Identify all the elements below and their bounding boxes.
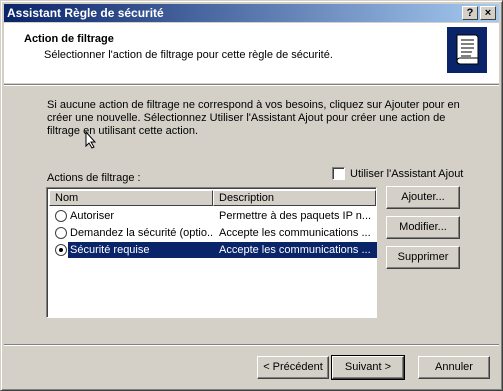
use-wizard-checkbox[interactable]: Utiliser l'Assistant Ajout (332, 167, 463, 180)
list-item-description: Accepte les communications ... (216, 242, 377, 258)
window-title: Assistant Règle de sécurité (7, 6, 164, 20)
list-item-name: Demandez la sécurité (optio... (70, 227, 212, 239)
use-wizard-checkbox-label[interactable]: Utiliser l'Assistant Ajout (350, 168, 463, 180)
help-button[interactable]: ? (462, 6, 478, 20)
list-item-description: Permettre à des paquets IP n... (219, 210, 371, 222)
radio-dot (59, 248, 63, 252)
wizard-header: Action de filtrage Sélectionner l'action… (4, 23, 499, 83)
add-button[interactable]: Ajouter... (386, 186, 460, 209)
page-subtitle: Sélectionner l'action de filtrage pour c… (44, 49, 333, 61)
radio-button[interactable] (55, 210, 67, 222)
mouse-cursor-icon (85, 131, 97, 149)
list-item-name: Sécurité requise (68, 242, 216, 258)
use-wizard-checkbox-box[interactable] (332, 167, 345, 180)
header-divider (4, 84, 499, 86)
wizard-window: Assistant Règle de sécurité ? × Action d… (0, 0, 503, 391)
list-item[interactable]: Autoriser Permettre à des paquets IP n..… (49, 208, 374, 225)
cancel-button[interactable]: Annuler (418, 356, 490, 379)
radio-button[interactable] (55, 227, 67, 239)
list-item[interactable]: Demandez la sécurité (optio... Accepte l… (49, 225, 374, 242)
filter-actions-label: Actions de filtrage : (47, 172, 141, 184)
column-header-description[interactable]: Description (213, 190, 376, 206)
filter-actions-list[interactable]: Nom Description Autoriser Permettre à de… (46, 187, 377, 318)
list-item-selected[interactable]: Sécurité requise Accepte les communicati… (49, 242, 377, 259)
column-header-name[interactable]: Nom (49, 190, 213, 206)
scroll-document-icon (447, 27, 487, 73)
list-item-name: Autoriser (70, 210, 115, 222)
intro-text: Si aucune action de filtrage ne correspo… (47, 99, 460, 137)
next-button[interactable]: Suivant > (331, 355, 405, 380)
page-title: Action de filtrage (24, 33, 114, 45)
back-button[interactable]: < Précédent (257, 356, 329, 379)
title-bar[interactable]: Assistant Règle de sécurité ? × (4, 4, 499, 22)
delete-button[interactable]: Supprimer (386, 246, 460, 269)
footer-divider (4, 344, 499, 346)
list-header: Nom Description (49, 190, 376, 206)
list-item-description: Accepte les communications ... (219, 227, 371, 239)
modify-button[interactable]: Modifier... (386, 216, 460, 239)
radio-button-selected[interactable] (55, 244, 67, 256)
close-button[interactable]: × (480, 6, 496, 20)
